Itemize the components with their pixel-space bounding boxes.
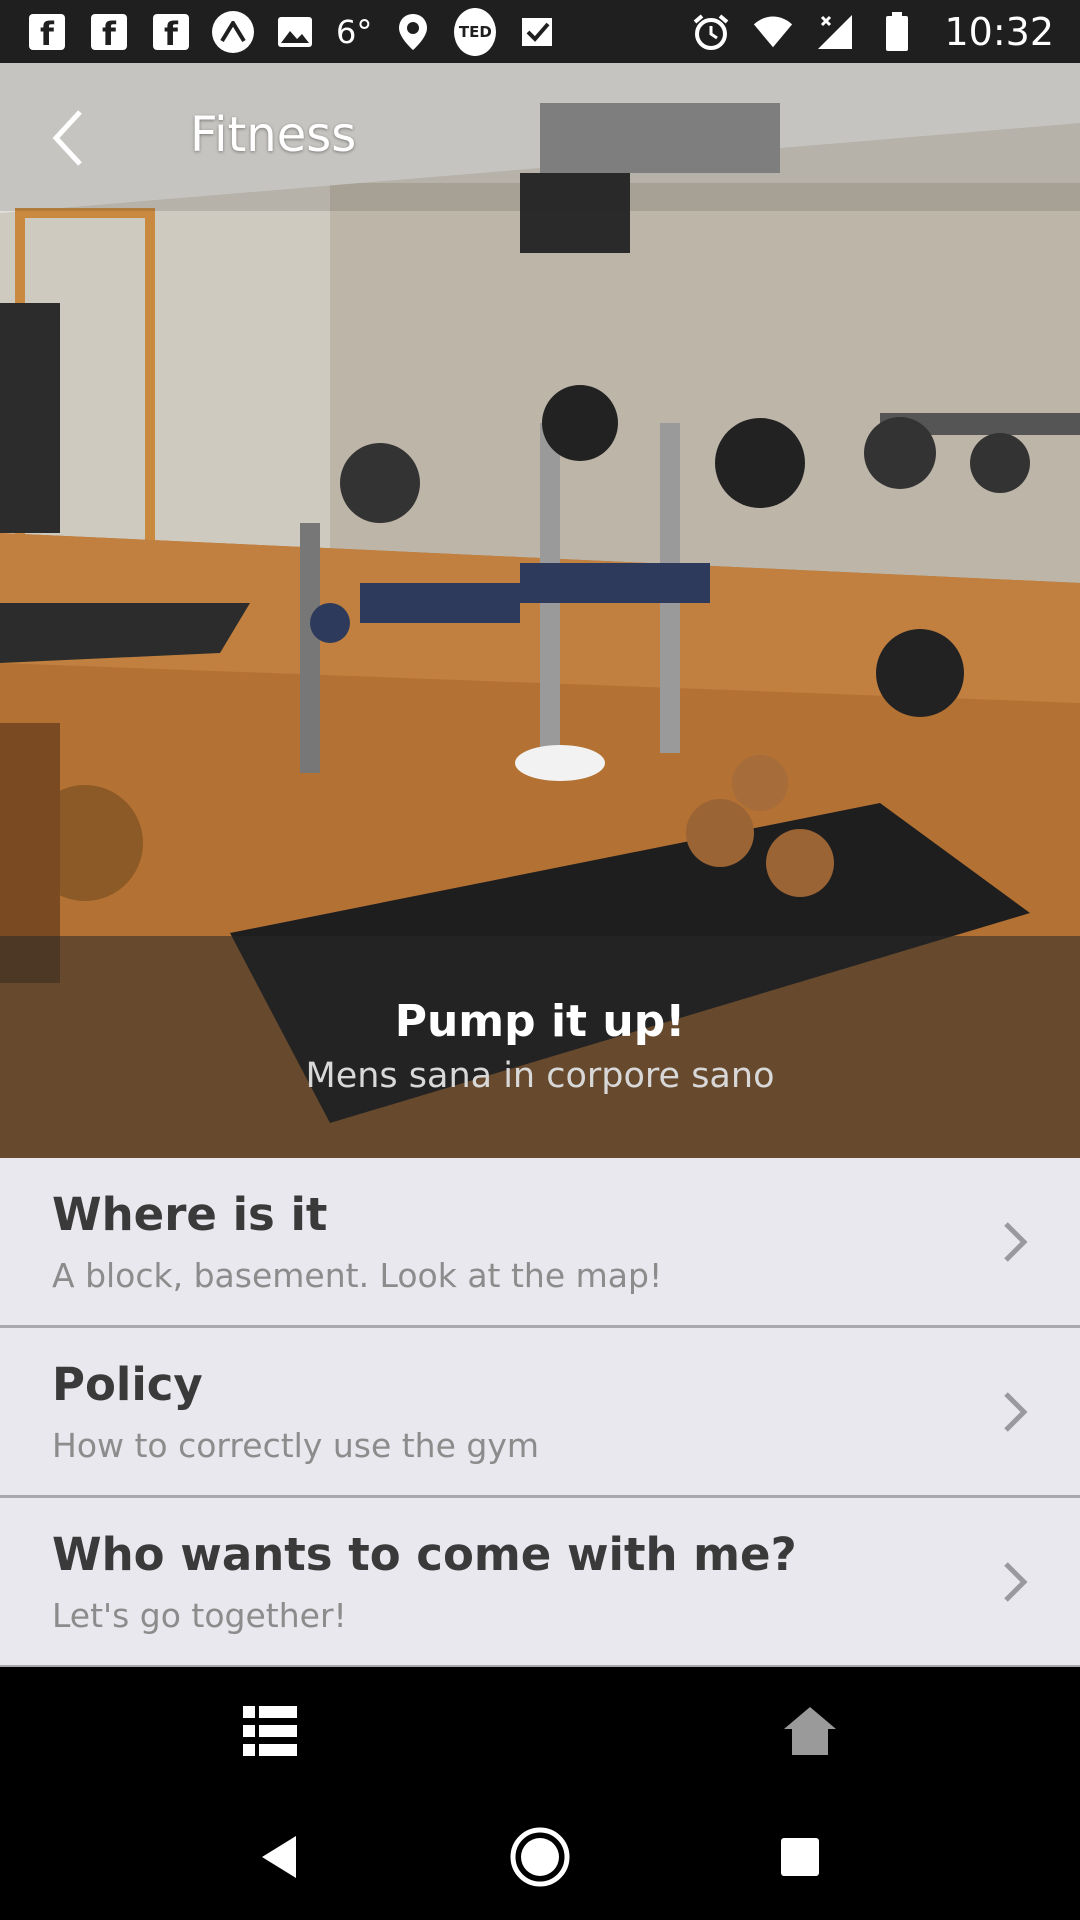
- home-icon: [784, 1706, 836, 1755]
- chevron-left-icon: [52, 110, 82, 166]
- hero-subtitle: Mens sana in corpore sano: [305, 1056, 775, 1096]
- status-bar: f f f 6° TED 10:32: [0, 0, 1080, 63]
- clock-text: 10:32: [944, 9, 1054, 54]
- arc-icon: [212, 10, 254, 53]
- list-icon: [243, 1705, 297, 1756]
- app-bar: Fitness: [0, 63, 1080, 211]
- list-item-subtitle: How to correctly use the gym: [52, 1426, 540, 1465]
- hero-image: Fitness Pump it up! Mens sana in corpore…: [0, 63, 1080, 1158]
- facebook-icon: f: [88, 11, 130, 53]
- bottom-tab-bar: [0, 1667, 1080, 1794]
- tab-list[interactable]: [0, 1667, 540, 1794]
- nav-home-button[interactable]: [500, 1817, 580, 1897]
- page-title: Fitness: [190, 107, 357, 163]
- hero-title: Pump it up!: [394, 996, 686, 1047]
- nav-back-button[interactable]: [240, 1817, 320, 1897]
- facebook-icon: f: [26, 11, 68, 53]
- list-item-who-wants-to-come[interactable]: Who wants to come with me? Let's go toge…: [0, 1498, 1080, 1668]
- list-item-subtitle: A block, basement. Look at the map!: [52, 1256, 663, 1295]
- list-item-where-is-it[interactable]: Where is it A block, basement. Look at t…: [0, 1158, 1080, 1328]
- wifi-icon: [752, 11, 794, 53]
- back-button[interactable]: [40, 103, 96, 173]
- circle-home-icon: [510, 1827, 570, 1887]
- image-icon: [274, 11, 316, 53]
- facebook-icon: f: [150, 11, 192, 53]
- chevron-right-icon: [1004, 1392, 1028, 1432]
- nav-recents-button[interactable]: [760, 1817, 840, 1897]
- status-left: f f f 6° TED: [26, 7, 558, 56]
- square-recents-icon: [781, 1838, 819, 1876]
- check-icon: [516, 11, 558, 53]
- ted-label: TED: [454, 7, 497, 56]
- temperature-text: 6°: [336, 12, 373, 51]
- system-nav-bar: [0, 1794, 1080, 1920]
- signal-icon: [814, 11, 856, 53]
- list-item-title: Who wants to come with me?: [52, 1528, 797, 1581]
- list-item-title: Where is it: [52, 1188, 328, 1241]
- triangle-back-icon: [262, 1836, 296, 1878]
- list-item-title: Policy: [52, 1358, 203, 1411]
- tab-home[interactable]: [540, 1667, 1080, 1794]
- chevron-right-icon: [1004, 1222, 1028, 1262]
- ted-icon: TED: [454, 7, 497, 56]
- status-right: 10:32: [690, 10, 1054, 54]
- hero-caption: Pump it up! Mens sana in corpore sano: [0, 936, 1080, 1158]
- list-item-subtitle: Let's go together!: [52, 1596, 347, 1635]
- battery-icon: [876, 11, 918, 53]
- info-list: Where is it A block, basement. Look at t…: [0, 1158, 1080, 1668]
- alarm-icon: [690, 11, 732, 53]
- list-item-policy[interactable]: Policy How to correctly use the gym: [0, 1328, 1080, 1498]
- location-icon: [392, 11, 434, 53]
- chevron-right-icon: [1004, 1562, 1028, 1602]
